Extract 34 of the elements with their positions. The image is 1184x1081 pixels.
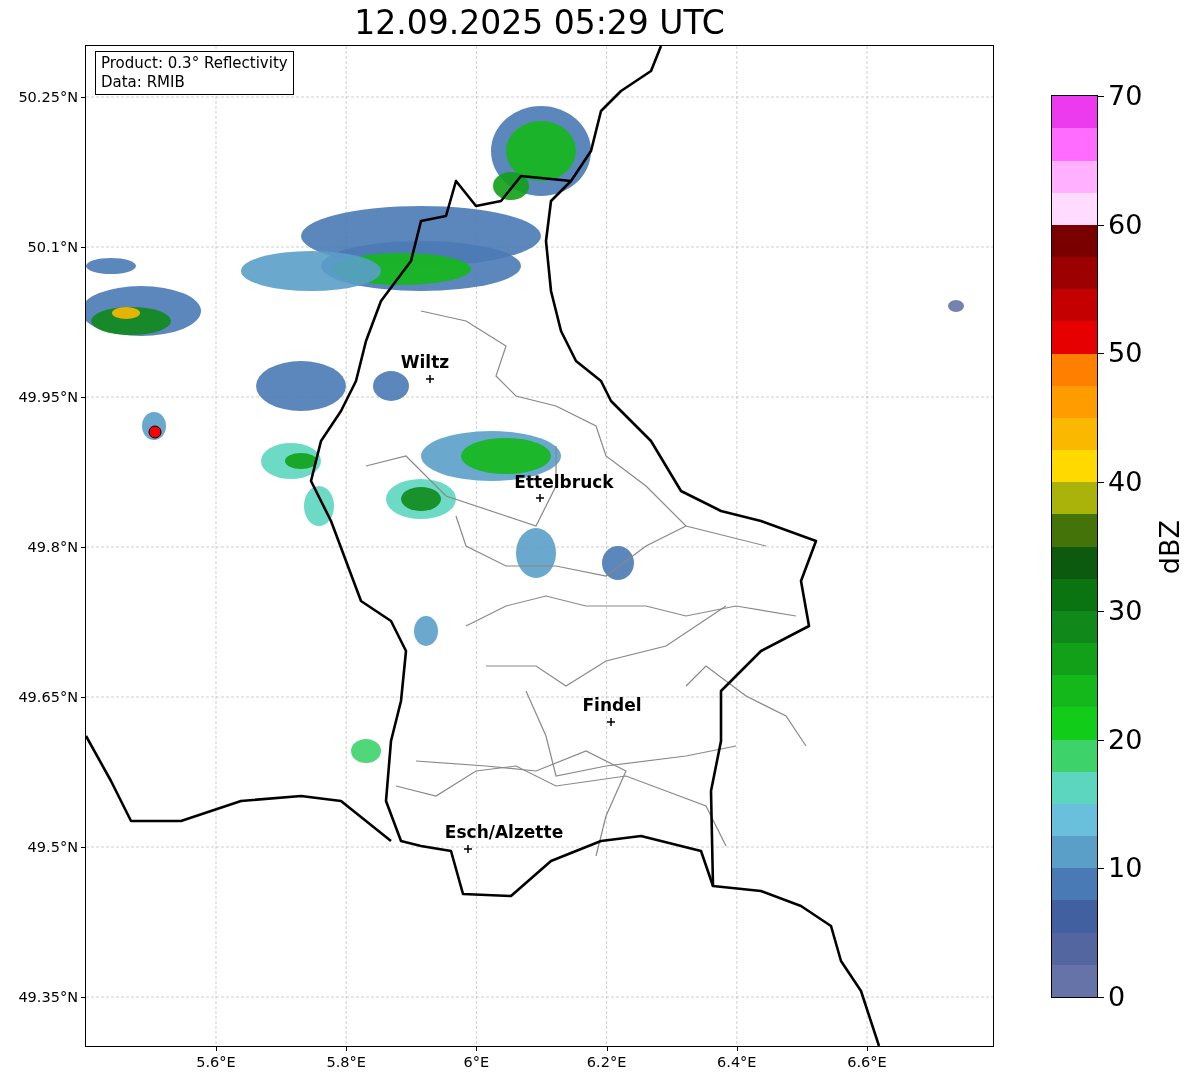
city-label: Findel: [582, 695, 642, 715]
colorbar-tick-label: 10: [1108, 853, 1143, 884]
city-marker-icon: [607, 718, 615, 726]
longitude-label: 5.6°E: [196, 1054, 236, 1070]
colorbar-tick-label: 20: [1108, 724, 1143, 755]
city-marker-icon: [536, 494, 544, 502]
city-label: Wiltz: [400, 352, 450, 372]
latitude-label: 50.1°N: [27, 239, 78, 255]
colorbar-tick-label: 50: [1108, 338, 1143, 369]
radar-site-icon: [148, 425, 162, 439]
info-text: Data: RMIB: [101, 73, 186, 92]
latitude-label: 49.5°N: [27, 839, 78, 855]
colorbar-tick-label: 30: [1108, 595, 1143, 626]
city-marker-icon: [426, 375, 434, 383]
colorbar-tick-label: 70: [1108, 81, 1143, 111]
latitude-label: 49.8°N: [27, 539, 78, 555]
longitude-label: 5.8°E: [326, 1054, 366, 1070]
city-marker-icon: [464, 845, 472, 853]
info-text: Product: 0.3° Reflectivity: [101, 54, 288, 73]
city-label: Esch/Alzette: [444, 822, 564, 842]
colorbar-tick-label: 0: [1108, 982, 1126, 1012]
city-label: Ettelbruck: [514, 472, 614, 492]
latitude-label: 50.25°N: [18, 89, 78, 105]
chart-title: 12.09.2025 05:29 UTC: [353, 2, 726, 44]
longitude-label: 6.4°E: [717, 1054, 757, 1070]
colorbar-label: dBZ: [1154, 520, 1184, 575]
longitude-label: 6.2°E: [586, 1054, 627, 1070]
colorbar-tick-label: 60: [1108, 209, 1143, 240]
longitude-label: 6°E: [463, 1054, 490, 1070]
latitude-label: 49.35°N: [18, 989, 78, 1005]
latitude-label: 49.65°N: [18, 689, 78, 705]
latitude-label: 49.95°N: [18, 389, 78, 405]
colorbar-tick-label: 40: [1108, 467, 1143, 498]
longitude-label: 6.6°E: [847, 1054, 887, 1070]
